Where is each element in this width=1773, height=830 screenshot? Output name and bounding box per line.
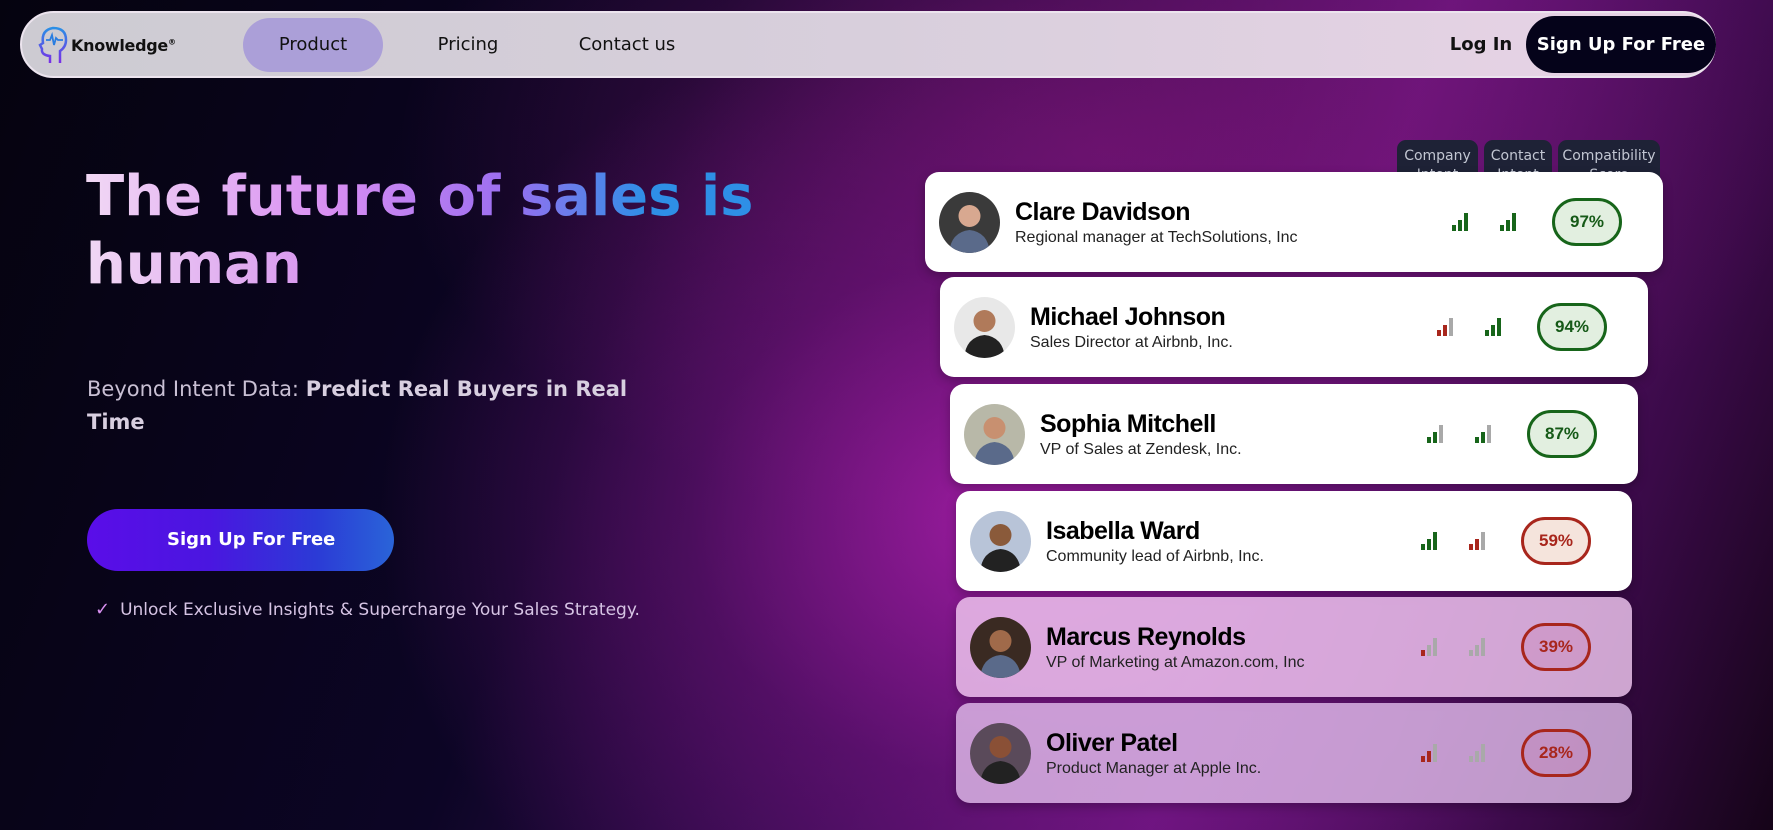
compatibility-score-badge: 94% <box>1537 303 1607 351</box>
contact-intent-signal-icon <box>1485 318 1507 336</box>
signal-bar <box>1506 220 1510 231</box>
company-intent-signal-icon <box>1437 318 1459 336</box>
lead-name: Isabella Ward <box>1046 516 1200 545</box>
signal-bar <box>1433 532 1437 550</box>
signal-bar <box>1443 325 1447 336</box>
lead-card[interactable]: Oliver Patel Product Manager at Apple In… <box>956 703 1632 803</box>
signal-bar <box>1437 330 1441 336</box>
lead-name: Michael Johnson <box>1030 302 1226 331</box>
avatar <box>970 722 1031 784</box>
signal-bar <box>1427 645 1431 656</box>
hero-title: The future of sales is human <box>86 163 786 299</box>
compatibility-score-badge: 39% <box>1521 623 1591 671</box>
top-navbar: Knowledge® Product Pricing Contact us Lo… <box>20 11 1716 78</box>
lead-role: Sales Director at Airbnb, Inc. <box>1030 333 1233 351</box>
lead-card[interactable]: Sophia Mitchell VP of Sales at Zendesk, … <box>950 384 1638 484</box>
signal-bar <box>1427 751 1431 762</box>
signal-bar <box>1421 756 1425 762</box>
signal-bar <box>1475 645 1479 656</box>
lead-card[interactable]: Michael Johnson Sales Director at Airbnb… <box>940 277 1648 377</box>
contact-intent-signal-icon <box>1469 532 1491 550</box>
signal-bar <box>1475 437 1479 443</box>
signal-bar <box>1433 432 1437 443</box>
contact-intent-signal-icon <box>1469 638 1491 656</box>
lead-role: VP of Marketing at Amazon.com, Inc <box>1046 653 1305 671</box>
contact-intent-signal-icon <box>1469 744 1491 762</box>
signal-bar <box>1512 213 1516 231</box>
benefit-line: ✓ Unlock Exclusive Insights & Supercharge… <box>95 599 640 620</box>
lead-name: Clare Davidson <box>1015 197 1191 226</box>
signal-bar <box>1449 318 1453 336</box>
lead-name: Sophia Mitchell <box>1040 409 1216 438</box>
company-intent-signal-icon <box>1452 213 1474 231</box>
signal-bar <box>1469 756 1473 762</box>
company-intent-signal-icon <box>1421 638 1443 656</box>
signal-bar <box>1421 650 1425 656</box>
avatar <box>939 191 1000 253</box>
compatibility-score-badge: 97% <box>1552 198 1622 246</box>
signal-bar <box>1433 638 1437 656</box>
avatar <box>954 296 1015 358</box>
lead-card[interactable]: Isabella Ward Community lead of Airbnb, … <box>956 491 1632 591</box>
signal-bar <box>1497 318 1501 336</box>
logo-text: Knowledge® <box>71 35 176 55</box>
logo[interactable]: Knowledge® <box>38 25 176 65</box>
company-intent-signal-icon <box>1421 744 1443 762</box>
compatibility-score-badge: 28% <box>1521 729 1591 777</box>
lead-card[interactable]: Clare Davidson Regional manager at TechS… <box>925 172 1663 272</box>
contact-intent-signal-icon <box>1475 425 1497 443</box>
lead-role: Product Manager at Apple Inc. <box>1046 759 1262 777</box>
signal-bar <box>1491 325 1495 336</box>
lead-role: Community lead of Airbnb, Inc. <box>1046 547 1264 565</box>
brain-head-logo-icon <box>38 26 68 63</box>
signal-bar <box>1433 744 1437 762</box>
signal-bar <box>1475 539 1479 550</box>
nav-pricing[interactable]: Pricing <box>408 18 528 72</box>
signal-bar <box>1475 751 1479 762</box>
signal-bar <box>1439 425 1443 443</box>
contact-intent-signal-icon <box>1500 213 1522 231</box>
signal-bar <box>1487 425 1491 443</box>
signal-bar <box>1427 539 1431 550</box>
login-link[interactable]: Log In <box>1441 18 1521 72</box>
signup-nav-button[interactable]: Sign Up For Free <box>1526 16 1716 73</box>
lead-name: Marcus Reynolds <box>1046 622 1246 651</box>
compatibility-score-badge: 87% <box>1527 410 1597 458</box>
signal-bar <box>1485 330 1489 336</box>
signal-bar <box>1469 544 1473 550</box>
signal-bar <box>1421 544 1425 550</box>
compatibility-score-badge: 59% <box>1521 517 1591 565</box>
hero-subtitle: Beyond Intent Data: Predict Real Buyers … <box>87 377 628 434</box>
signup-hero-button[interactable]: Sign Up For Free <box>87 509 394 571</box>
lead-card[interactable]: Marcus Reynolds VP of Marketing at Amazo… <box>956 597 1632 697</box>
signal-bar <box>1481 532 1485 550</box>
company-intent-signal-icon <box>1427 425 1449 443</box>
check-icon: ✓ <box>95 599 111 620</box>
signal-bar <box>1427 437 1431 443</box>
nav-contact-us[interactable]: Contact us <box>547 18 707 72</box>
signal-bar <box>1481 638 1485 656</box>
signal-bar <box>1458 220 1462 231</box>
nav-product[interactable]: Product <box>243 18 383 72</box>
avatar <box>964 403 1025 465</box>
lead-role: VP of Sales at Zendesk, Inc. <box>1040 440 1242 458</box>
signal-bar <box>1469 650 1473 656</box>
signal-bar <box>1481 744 1485 762</box>
signal-bar <box>1481 432 1485 443</box>
signal-bar <box>1452 225 1456 231</box>
company-intent-signal-icon <box>1421 532 1443 550</box>
signal-bar <box>1464 213 1468 231</box>
avatar <box>970 616 1031 678</box>
avatar <box>970 510 1031 572</box>
lead-role: Regional manager at TechSolutions, Inc <box>1015 228 1298 246</box>
signal-bar <box>1500 225 1504 231</box>
lead-name: Oliver Patel <box>1046 728 1178 757</box>
